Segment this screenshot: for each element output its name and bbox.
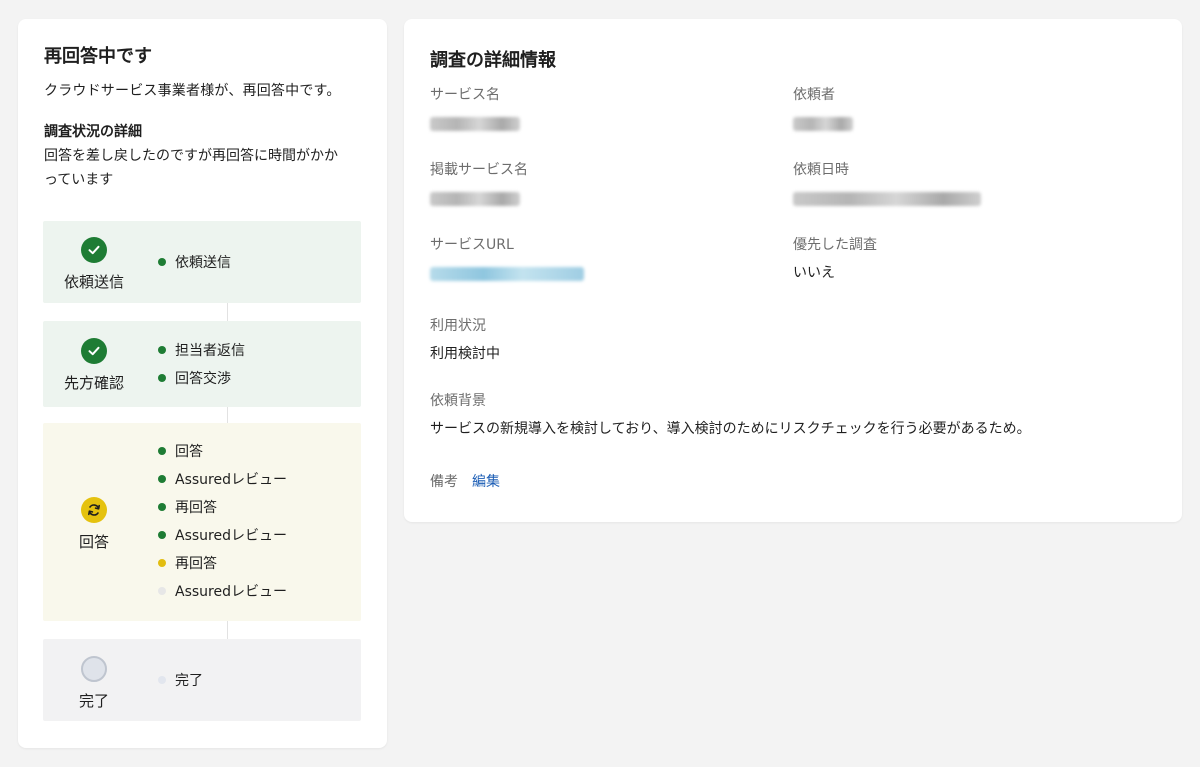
- substep-item: 再回答: [158, 493, 287, 521]
- status-dot: [158, 447, 166, 455]
- step-label: 回答: [78, 533, 109, 551]
- field-label: 依頼背景: [430, 393, 486, 409]
- step-partner-confirm: 先方確認 担当者返信 回答交渉: [43, 321, 361, 407]
- step-connector: [227, 621, 228, 639]
- status-detail-text: 回答を差し戻したのですが再回答に時間がかかっています: [44, 148, 338, 188]
- field-service-name: サービス名: [430, 85, 520, 131]
- status-dot: [158, 503, 166, 511]
- substep-item: 回答交渉: [158, 364, 245, 392]
- service-url-link[interactable]: [430, 267, 584, 281]
- step-connector: [227, 303, 228, 321]
- field-priority: 優先した調査 いいえ: [793, 235, 877, 283]
- status-panel: 再回答中です クラウドサービス事業者様が、再回答中です。 調査状況の詳細 回答を…: [18, 19, 387, 748]
- field-listed-service: 掲載サービス名: [430, 160, 528, 206]
- status-dot: [158, 346, 166, 354]
- field-background: 依頼背景 サービスの新規導入を検討しており、導入検討のためにリスクチェックを行う…: [430, 391, 1031, 439]
- substep-item: 完了: [158, 666, 203, 694]
- field-label: 依頼日時: [793, 162, 849, 178]
- status-title: 再回答中です: [44, 46, 152, 67]
- edit-notes-link[interactable]: 編集: [472, 471, 500, 491]
- field-label: サービスURL: [430, 237, 514, 253]
- check-icon: [81, 237, 107, 263]
- substep-item: Assuredレビュー: [158, 577, 287, 605]
- field-service-url: サービスURL: [430, 235, 584, 281]
- status-dot: [158, 475, 166, 483]
- status-dot: [158, 258, 166, 266]
- field-value: 利用検討中: [430, 346, 500, 362]
- pending-circle-icon: [81, 656, 107, 682]
- field-value: いいえ: [793, 265, 835, 281]
- field-label: 優先した調査: [793, 237, 877, 253]
- redacted-value: [430, 117, 520, 131]
- field-label: 備考: [430, 474, 458, 490]
- step-label: 依頼送信: [63, 273, 124, 291]
- status-dot: [158, 559, 166, 567]
- field-request-datetime: 依頼日時: [793, 160, 981, 206]
- redacted-value: [793, 192, 981, 206]
- field-value: サービスの新規導入を検討しており、導入検討のためにリスクチェックを行う必要がある…: [430, 421, 1031, 437]
- substep-item: 担当者返信: [158, 336, 245, 364]
- field-label: サービス名: [430, 87, 500, 103]
- step-complete: 完了 完了: [43, 639, 361, 721]
- substep-item: Assuredレビュー: [158, 521, 287, 549]
- redacted-value: [793, 117, 853, 131]
- field-label: 利用状況: [430, 318, 486, 334]
- substep-item: 再回答: [158, 549, 287, 577]
- step-answer: 回答 回答 Assuredレビュー 再回答 Assuredレビュー 再回答 As…: [43, 423, 361, 621]
- field-label: 依頼者: [793, 87, 835, 103]
- status-dot: [158, 374, 166, 382]
- substep-item: 依頼送信: [158, 248, 231, 276]
- field-label: 掲載サービス名: [430, 162, 528, 178]
- step-label: 完了: [78, 692, 109, 710]
- status-dot: [158, 587, 166, 595]
- check-icon: [81, 338, 107, 364]
- step-label: 先方確認: [63, 374, 124, 392]
- sync-icon: [81, 497, 107, 523]
- field-usage: 利用状況 利用検討中: [430, 316, 500, 364]
- details-title: 調査の詳細情報: [430, 50, 556, 71]
- status-dot: [158, 676, 166, 684]
- field-requester: 依頼者: [793, 85, 853, 131]
- field-notes: 備考 編集: [430, 471, 500, 491]
- substep-item: 回答: [158, 437, 287, 465]
- redacted-value: [430, 192, 520, 206]
- step-connector: [227, 407, 228, 423]
- step-request-sent: 依頼送信 依頼送信: [43, 221, 361, 303]
- status-dot: [158, 531, 166, 539]
- substep-item: Assuredレビュー: [158, 465, 287, 493]
- status-detail-heading: 調査状況の詳細: [44, 124, 142, 140]
- details-panel: 調査の詳細情報 サービス名 依頼者 掲載サービス名 依頼日時 サービスURL 優…: [404, 19, 1182, 522]
- status-subtitle: クラウドサービス事業者様が、再回答中です。: [44, 83, 341, 99]
